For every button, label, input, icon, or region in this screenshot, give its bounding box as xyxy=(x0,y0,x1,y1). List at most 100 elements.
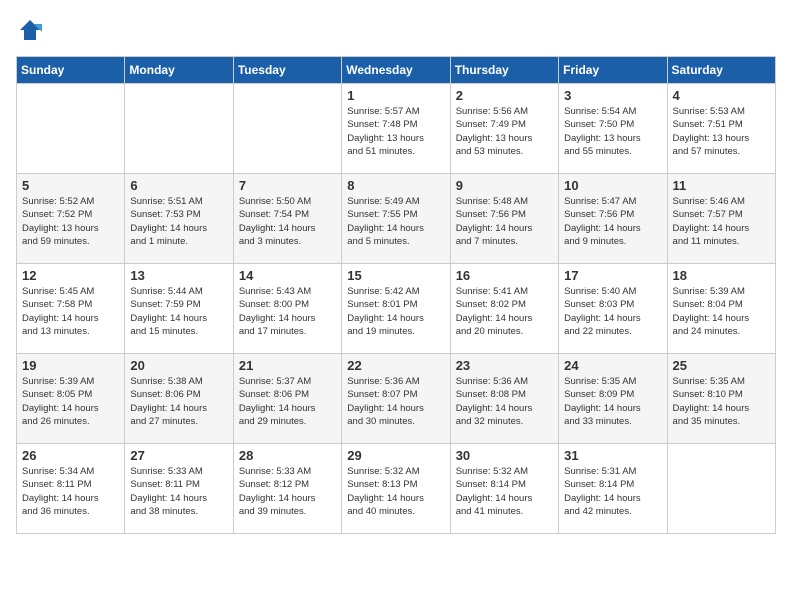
day-number: 8 xyxy=(347,178,444,193)
day-number: 26 xyxy=(22,448,119,463)
day-info: Sunrise: 5:42 AM Sunset: 8:01 PM Dayligh… xyxy=(347,285,444,338)
day-cell: 18Sunrise: 5:39 AM Sunset: 8:04 PM Dayli… xyxy=(667,264,775,354)
day-number: 29 xyxy=(347,448,444,463)
day-info: Sunrise: 5:34 AM Sunset: 8:11 PM Dayligh… xyxy=(22,465,119,518)
day-number: 27 xyxy=(130,448,227,463)
day-number: 11 xyxy=(673,178,770,193)
logo-icon xyxy=(16,16,44,44)
day-number: 13 xyxy=(130,268,227,283)
day-number: 6 xyxy=(130,178,227,193)
day-number: 2 xyxy=(456,88,553,103)
day-cell: 4Sunrise: 5:53 AM Sunset: 7:51 PM Daylig… xyxy=(667,84,775,174)
day-info: Sunrise: 5:39 AM Sunset: 8:05 PM Dayligh… xyxy=(22,375,119,428)
day-info: Sunrise: 5:40 AM Sunset: 8:03 PM Dayligh… xyxy=(564,285,661,338)
day-number: 17 xyxy=(564,268,661,283)
column-header-wednesday: Wednesday xyxy=(342,57,450,84)
day-info: Sunrise: 5:33 AM Sunset: 8:11 PM Dayligh… xyxy=(130,465,227,518)
column-header-saturday: Saturday xyxy=(667,57,775,84)
day-number: 21 xyxy=(239,358,336,373)
week-row-1: 1 Sunrise: 5:57 AM Sunset: 7:48 PM Daylig… xyxy=(17,84,776,174)
day-cell: 10 Sunrise: 5:47 AM Sunset: 7:56 PM Dayli… xyxy=(559,174,667,264)
header-row: SundayMondayTuesdayWednesdayThursdayFrid… xyxy=(17,57,776,84)
day-cell: 21 Sunrise: 5:37 AM Sunset: 8:06 PM Dayli… xyxy=(233,354,341,444)
day-number: 7 xyxy=(239,178,336,193)
day-info: Sunrise: 5:46 AM Sunset: 7:57 PM Dayligh… xyxy=(673,195,770,248)
calendar-table: SundayMondayTuesdayWednesdayThursdayFrid… xyxy=(16,56,776,534)
day-number: 31 xyxy=(564,448,661,463)
day-cell: 6 Sunrise: 5:51 AM Sunset: 7:53 PM Daylig… xyxy=(125,174,233,264)
day-info: Sunrise: 5:56 AM Sunset: 7:49 PM Dayligh… xyxy=(456,105,553,158)
logo xyxy=(16,16,48,44)
column-header-tuesday: Tuesday xyxy=(233,57,341,84)
day-cell: 11 Sunrise: 5:46 AM Sunset: 7:57 PM Dayli… xyxy=(667,174,775,264)
day-info: Sunrise: 5:36 AM Sunset: 8:07 PM Dayligh… xyxy=(347,375,444,428)
day-info: Sunrise: 5:43 AM Sunset: 8:00 PM Dayligh… xyxy=(239,285,336,338)
day-info: Sunrise: 5:57 AM Sunset: 7:48 PM Dayligh… xyxy=(347,105,444,158)
day-cell: 9 Sunrise: 5:48 AM Sunset: 7:56 PM Daylig… xyxy=(450,174,558,264)
day-number: 30 xyxy=(456,448,553,463)
day-info: Sunrise: 5:53 AM Sunset: 7:51 PM Dayligh… xyxy=(673,105,770,158)
column-header-thursday: Thursday xyxy=(450,57,558,84)
day-number: 28 xyxy=(239,448,336,463)
day-cell: 24Sunrise: 5:35 AM Sunset: 8:09 PM Dayli… xyxy=(559,354,667,444)
day-info: Sunrise: 5:37 AM Sunset: 8:06 PM Dayligh… xyxy=(239,375,336,428)
day-info: Sunrise: 5:54 AM Sunset: 7:50 PM Dayligh… xyxy=(564,105,661,158)
day-cell: 17 Sunrise: 5:40 AM Sunset: 8:03 PM Dayli… xyxy=(559,264,667,354)
day-cell: 30 Sunrise: 5:32 AM Sunset: 8:14 PM Dayli… xyxy=(450,444,558,534)
day-cell xyxy=(667,444,775,534)
day-cell: 3 Sunrise: 5:54 AM Sunset: 7:50 PM Daylig… xyxy=(559,84,667,174)
day-cell: 28Sunrise: 5:33 AM Sunset: 8:12 PM Dayli… xyxy=(233,444,341,534)
day-info: Sunrise: 5:41 AM Sunset: 8:02 PM Dayligh… xyxy=(456,285,553,338)
day-cell: 1 Sunrise: 5:57 AM Sunset: 7:48 PM Daylig… xyxy=(342,84,450,174)
day-cell: 27 Sunrise: 5:33 AM Sunset: 8:11 PM Dayli… xyxy=(125,444,233,534)
day-number: 5 xyxy=(22,178,119,193)
day-cell: 25 Sunrise: 5:35 AM Sunset: 8:10 PM Dayli… xyxy=(667,354,775,444)
day-info: Sunrise: 5:52 AM Sunset: 7:52 PM Dayligh… xyxy=(22,195,119,248)
day-info: Sunrise: 5:38 AM Sunset: 8:06 PM Dayligh… xyxy=(130,375,227,428)
day-number: 20 xyxy=(130,358,227,373)
day-number: 12 xyxy=(22,268,119,283)
day-cell: 8 Sunrise: 5:49 AM Sunset: 7:55 PM Daylig… xyxy=(342,174,450,264)
day-number: 3 xyxy=(564,88,661,103)
day-cell: 29Sunrise: 5:32 AM Sunset: 8:13 PM Dayli… xyxy=(342,444,450,534)
day-cell: 15 Sunrise: 5:42 AM Sunset: 8:01 PM Dayli… xyxy=(342,264,450,354)
day-number: 1 xyxy=(347,88,444,103)
day-number: 10 xyxy=(564,178,661,193)
day-number: 19 xyxy=(22,358,119,373)
day-info: Sunrise: 5:49 AM Sunset: 7:55 PM Dayligh… xyxy=(347,195,444,248)
day-number: 23 xyxy=(456,358,553,373)
day-cell: 7Sunrise: 5:50 AM Sunset: 7:54 PM Daylig… xyxy=(233,174,341,264)
day-cell: 22 Sunrise: 5:36 AM Sunset: 8:07 PM Dayli… xyxy=(342,354,450,444)
day-cell xyxy=(17,84,125,174)
day-cell: 26 Sunrise: 5:34 AM Sunset: 8:11 PM Dayli… xyxy=(17,444,125,534)
column-header-friday: Friday xyxy=(559,57,667,84)
day-cell: 2 Sunrise: 5:56 AM Sunset: 7:49 PM Daylig… xyxy=(450,84,558,174)
day-cell xyxy=(125,84,233,174)
day-info: Sunrise: 5:47 AM Sunset: 7:56 PM Dayligh… xyxy=(564,195,661,248)
day-number: 14 xyxy=(239,268,336,283)
day-number: 24 xyxy=(564,358,661,373)
day-cell: 20 Sunrise: 5:38 AM Sunset: 8:06 PM Dayli… xyxy=(125,354,233,444)
day-number: 15 xyxy=(347,268,444,283)
day-info: Sunrise: 5:31 AM Sunset: 8:14 PM Dayligh… xyxy=(564,465,661,518)
day-cell: 12Sunrise: 5:45 AM Sunset: 7:58 PM Dayli… xyxy=(17,264,125,354)
week-row-2: 5 Sunrise: 5:52 AM Sunset: 7:52 PM Daylig… xyxy=(17,174,776,264)
day-info: Sunrise: 5:48 AM Sunset: 7:56 PM Dayligh… xyxy=(456,195,553,248)
day-cell: 16Sunrise: 5:41 AM Sunset: 8:02 PM Dayli… xyxy=(450,264,558,354)
column-header-sunday: Sunday xyxy=(17,57,125,84)
day-cell: 13 Sunrise: 5:44 AM Sunset: 7:59 PM Dayli… xyxy=(125,264,233,354)
day-number: 18 xyxy=(673,268,770,283)
day-info: Sunrise: 5:32 AM Sunset: 8:14 PM Dayligh… xyxy=(456,465,553,518)
day-number: 22 xyxy=(347,358,444,373)
column-header-monday: Monday xyxy=(125,57,233,84)
day-cell xyxy=(233,84,341,174)
day-info: Sunrise: 5:35 AM Sunset: 8:10 PM Dayligh… xyxy=(673,375,770,428)
day-info: Sunrise: 5:51 AM Sunset: 7:53 PM Dayligh… xyxy=(130,195,227,248)
day-number: 9 xyxy=(456,178,553,193)
day-cell: 5 Sunrise: 5:52 AM Sunset: 7:52 PM Daylig… xyxy=(17,174,125,264)
day-cell: 31 Sunrise: 5:31 AM Sunset: 8:14 PM Dayli… xyxy=(559,444,667,534)
day-info: Sunrise: 5:44 AM Sunset: 7:59 PM Dayligh… xyxy=(130,285,227,338)
day-number: 25 xyxy=(673,358,770,373)
week-row-4: 19 Sunrise: 5:39 AM Sunset: 8:05 PM Dayli… xyxy=(17,354,776,444)
day-cell: 19 Sunrise: 5:39 AM Sunset: 8:05 PM Dayli… xyxy=(17,354,125,444)
